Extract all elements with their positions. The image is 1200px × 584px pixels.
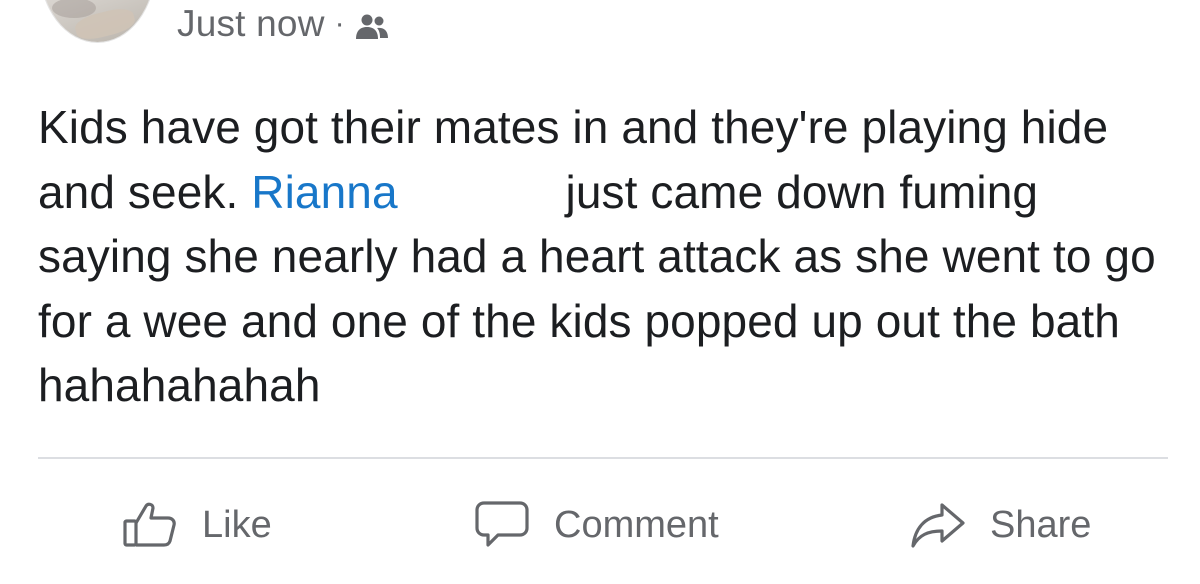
like-button[interactable]: Like [122, 490, 272, 560]
mention-link[interactable]: Rianna [251, 166, 397, 218]
post-meta: Just now · [177, 0, 389, 48]
facebook-post: Just now · Kids have got their mates in … [0, 0, 1200, 584]
like-label: Like [202, 503, 272, 546]
comment-button[interactable]: Comment [474, 490, 719, 560]
thumbs-up-icon [123, 502, 176, 547]
friends-icon[interactable] [355, 9, 389, 39]
post-timestamp[interactable]: Just now [177, 3, 325, 45]
comment-label: Comment [554, 503, 719, 546]
comment-icon [475, 501, 529, 547]
post-body: Kids have got their mates in and they're… [38, 95, 1168, 418]
meta-separator: · [334, 7, 345, 40]
divider [38, 457, 1168, 459]
share-label: Share [990, 503, 1092, 546]
share-arrow-icon [911, 503, 965, 548]
share-button[interactable]: Share [910, 490, 1091, 560]
avatar[interactable] [40, 0, 155, 42]
post-actions-bar: Like Comment Share [0, 490, 1200, 560]
